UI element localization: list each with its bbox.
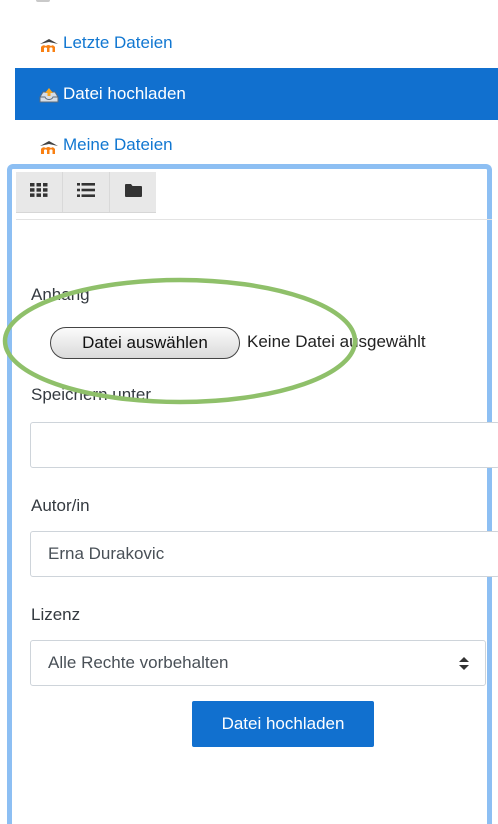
save-as-input[interactable] (30, 422, 498, 468)
nav-recent-label: Letzte Dateien (63, 33, 173, 52)
author-value: Erna Durakovic (48, 544, 165, 563)
nav-upload-label: Datei hochladen (63, 84, 186, 103)
license-label: Lizenz (31, 605, 81, 624)
moodle-icon (39, 33, 61, 53)
upload-tray-icon (39, 84, 61, 104)
folder-view-button[interactable] (110, 172, 156, 212)
license-select[interactable]: Alle Rechte vorbehalten (30, 640, 486, 686)
list-view-icon (77, 182, 95, 202)
nav-upload-file[interactable]: Datei hochladen (15, 68, 498, 120)
partial-icon (36, 0, 50, 2)
choose-file-button[interactable]: Datei auswählen (50, 327, 240, 359)
nav-mine-label: Meine Dateien (63, 135, 173, 154)
nav-recent-files[interactable]: Letzte Dateien (15, 17, 498, 69)
author-input[interactable]: Erna Durakovic (30, 531, 498, 577)
license-value: Alle Rechte vorbehalten (48, 653, 229, 672)
no-file-chosen-text: Keine Datei ausgewählt (247, 332, 426, 351)
upload-submit-button[interactable]: Datei hochladen (192, 701, 374, 747)
grid-view-icon (30, 182, 48, 202)
view-toolbar (16, 172, 156, 213)
attachment-label: Anhang (31, 285, 90, 304)
list-view-button[interactable] (63, 172, 110, 212)
toolbar-divider (16, 219, 492, 220)
select-arrows-icon (459, 656, 469, 670)
grid-view-button[interactable] (16, 172, 63, 212)
author-label: Autor/in (31, 496, 90, 515)
save-as-label: Speichern unter (31, 385, 152, 404)
moodle-icon (39, 135, 61, 155)
folder-view-icon (124, 183, 142, 202)
